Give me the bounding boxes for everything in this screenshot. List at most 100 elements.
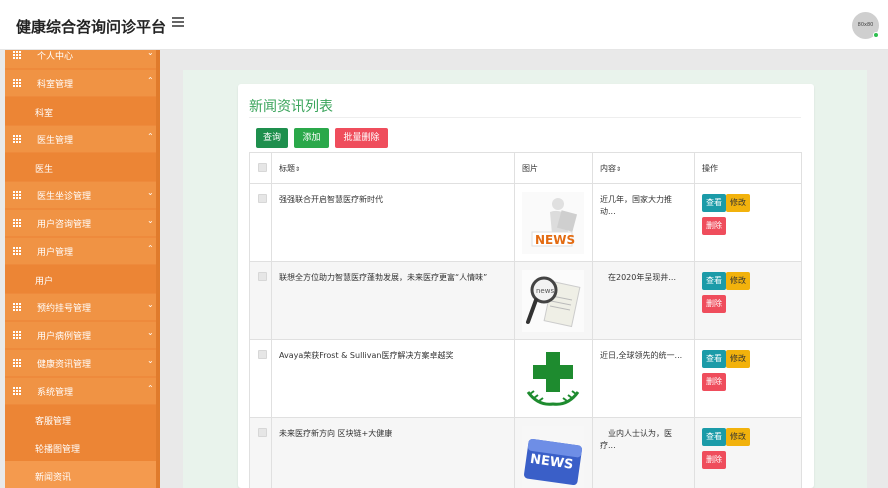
news-image-cell: NEWS xyxy=(514,417,593,488)
chevron-down-icon: ⌄ xyxy=(147,328,154,337)
table-row: 强强联合开启智慧医疗新时代 NEWS 近几年，国家大力推动... 查看 修改 删除 xyxy=(249,183,802,262)
grid-icon xyxy=(13,331,21,339)
sidebar-item-doctor-management[interactable]: 医生管理 ⌃ xyxy=(5,126,160,152)
edit-button[interactable]: 修改 xyxy=(726,194,750,212)
edit-button[interactable]: 修改 xyxy=(726,428,750,446)
sidebar-item-label: 医生管理 xyxy=(37,136,74,146)
news-content-cell: 近几年，国家大力推动... xyxy=(592,183,695,262)
news-image-cell: NEWS xyxy=(514,183,593,262)
sidebar-item-label: 健康资讯管理 xyxy=(37,360,92,370)
table-header-row: 标题⇕ 图片 内容⇕ 操作 xyxy=(249,152,802,184)
batch-delete-button[interactable]: 批量删除 xyxy=(335,128,388,148)
header-content[interactable]: 内容⇕ xyxy=(592,152,695,184)
grid-icon xyxy=(13,51,21,59)
grid-icon xyxy=(13,135,21,143)
sidebar-subitem-label: 轮播图管理 xyxy=(35,445,81,455)
sidebar-item-label: 个人中心 xyxy=(37,52,74,62)
chevron-up-icon: ⌃ xyxy=(147,132,154,141)
sidebar-item-label: 用户病例管理 xyxy=(37,332,92,342)
sidebar-subitem-label: 新闻资讯 xyxy=(35,473,72,483)
query-button[interactable]: 查询 xyxy=(256,128,288,148)
grid-icon xyxy=(13,359,21,367)
chevron-down-icon: ⌄ xyxy=(147,300,154,309)
sidebar-subitem-carousel[interactable]: 轮播图管理 xyxy=(5,433,156,461)
sort-icon: ⇕ xyxy=(295,165,301,173)
page-title: 新闻资讯列表 xyxy=(249,99,333,115)
sidebar-item-appointment-management[interactable]: 预约挂号管理 ⌄ xyxy=(5,294,160,320)
row-checkbox-cell xyxy=(249,417,272,488)
sidebar-item-label: 用户管理 xyxy=(37,248,74,258)
view-button[interactable]: 查看 xyxy=(702,194,726,212)
row-checkbox[interactable] xyxy=(258,428,267,437)
delete-button[interactable]: 删除 xyxy=(702,295,726,313)
sidebar-subitem-label: 科室 xyxy=(35,109,54,119)
menu-toggle-icon[interactable] xyxy=(172,17,184,27)
add-button[interactable]: 添加 xyxy=(294,128,329,148)
sidebar-subitem-label: 客服管理 xyxy=(35,417,72,427)
sort-icon: ⇕ xyxy=(616,165,622,173)
chevron-down-icon: ⌄ xyxy=(147,216,154,225)
select-all-checkbox[interactable] xyxy=(258,162,267,172)
chevron-up-icon: ⌃ xyxy=(147,76,154,85)
header-content-label: 内容 xyxy=(600,163,616,173)
actions-cell: 查看 修改 删除 xyxy=(694,339,802,418)
row-checkbox[interactable] xyxy=(258,350,267,359)
view-button[interactable]: 查看 xyxy=(702,350,726,368)
sidebar-item-doctor-schedule-management[interactable]: 医生坐诊管理 ⌄ xyxy=(5,182,160,208)
view-button[interactable]: 查看 xyxy=(702,272,726,290)
sidebar-item-personal-center[interactable]: 个人中心 ⌄ xyxy=(5,50,160,68)
header-title[interactable]: 标题⇕ xyxy=(271,152,515,184)
top-navbar: 健康综合咨询问诊平台 80x80 xyxy=(0,0,888,50)
online-status-dot xyxy=(873,32,879,38)
sidebar-subitem-customer-service[interactable]: 客服管理 xyxy=(5,405,156,433)
news-person-thumbnail: NEWS xyxy=(522,192,584,254)
chevron-up-icon: ⌃ xyxy=(147,244,154,253)
news-table: 标题⇕ 图片 内容⇕ 操作 强强联合开启智慧医疗新时代 NEWS 近几年，国家大… xyxy=(249,152,802,488)
grid-icon xyxy=(13,387,21,395)
news-title-cell: 强强联合开启智慧医疗新时代 xyxy=(271,183,515,262)
view-button[interactable]: 查看 xyxy=(702,428,726,446)
chevron-down-icon: ⌄ xyxy=(147,356,154,365)
magnifier-news-thumbnail: news xyxy=(522,270,584,332)
table-row: 联想全方位助力智慧医疗蓬勃发展，未来医疗更富“人情味” news 在2020年呈… xyxy=(249,261,802,340)
sidebar-item-label: 用户咨询管理 xyxy=(37,220,92,230)
sidebar-subitem-news[interactable]: 新闻资讯 xyxy=(5,461,156,488)
news-title-cell: Avaya荣获Frost & Sullivan医疗解决方案卓越奖 xyxy=(271,339,515,418)
row-checkbox[interactable] xyxy=(258,194,267,203)
news-title-cell: 未来医疗新方向 区块链+大健康 xyxy=(271,417,515,488)
sidebar-item-user-management[interactable]: 用户管理 ⌃ xyxy=(5,238,160,264)
sidebar-item-case-management[interactable]: 用户病例管理 ⌄ xyxy=(5,322,160,348)
sidebar-item-health-news-management[interactable]: 健康资讯管理 ⌄ xyxy=(5,350,160,376)
chevron-down-icon: ⌄ xyxy=(147,50,154,57)
sidebar-item-department-management[interactable]: 科室管理 ⌃ xyxy=(5,70,160,96)
actions-cell: 查看 修改 删除 xyxy=(694,261,802,340)
grid-icon xyxy=(13,219,21,227)
sidebar-subitem-label: 医生 xyxy=(35,165,54,175)
grid-icon xyxy=(13,191,21,199)
news-image-cell xyxy=(514,339,593,418)
news-key-thumbnail: NEWS xyxy=(522,426,584,488)
edit-button[interactable]: 修改 xyxy=(726,272,750,290)
sidebar-item-user-consultation-management[interactable]: 用户咨询管理 ⌄ xyxy=(5,210,160,236)
svg-text:NEWS: NEWS xyxy=(535,233,575,247)
sidebar-subitem-department[interactable]: 科室 xyxy=(5,97,156,125)
grid-icon xyxy=(13,247,21,255)
delete-button[interactable]: 删除 xyxy=(702,451,726,469)
edit-button[interactable]: 修改 xyxy=(726,350,750,368)
title-divider xyxy=(249,117,801,118)
sidebar: 个人中心 ⌄ 科室管理 ⌃ 科室 医生管理 ⌃ 医生 医生坐诊管理 ⌄ 用户咨询… xyxy=(5,50,160,488)
news-content-cell: 在2020年呈现井... xyxy=(592,261,695,340)
header-title-label: 标题 xyxy=(279,163,295,173)
chevron-down-icon: ⌄ xyxy=(147,188,154,197)
row-checkbox-cell xyxy=(249,339,272,418)
news-content-cell: 近日,全球领先的统一... xyxy=(592,339,695,418)
sidebar-subitem-doctor[interactable]: 医生 xyxy=(5,153,156,181)
table-row: Avaya荣获Frost & Sullivan医疗解决方案卓越奖 近日,全球领先… xyxy=(249,339,802,418)
sidebar-item-system-management[interactable]: 系统管理 ⌃ xyxy=(5,378,160,404)
news-list-card: 新闻资讯列表 查询 添加 批量删除 标题⇕ 图片 内容⇕ 操作 强强联合开启智慧… xyxy=(238,84,814,488)
row-checkbox[interactable] xyxy=(258,272,267,281)
sidebar-subitem-user[interactable]: 用户 xyxy=(5,265,156,293)
delete-button[interactable]: 删除 xyxy=(702,373,726,391)
green-cross-thumbnail xyxy=(522,348,584,410)
delete-button[interactable]: 删除 xyxy=(702,217,726,235)
